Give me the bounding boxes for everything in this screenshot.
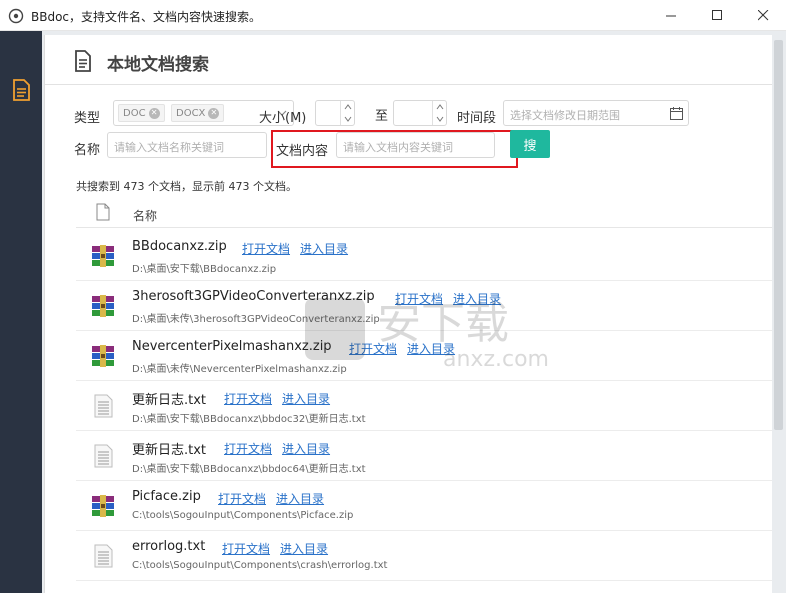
open-document-link[interactable]: 打开文档	[218, 492, 266, 506]
size-min-input[interactable]	[315, 100, 355, 126]
caret-down-icon[interactable]	[433, 113, 446, 125]
list-item[interactable]: 更新日志.txt 打开文档 进入目录 D:\桌面\安下载\BBdocanxz\bbdo…	[76, 431, 775, 481]
list-item[interactable]: Picface.zip 打开文档 进入目录 C:\tools\SogouInput\C…	[76, 481, 775, 531]
app-logo-icon	[8, 8, 24, 24]
open-directory-link[interactable]: 进入目录	[282, 442, 330, 456]
page-header: 本地文档搜索	[45, 35, 775, 85]
document-search-nav-icon[interactable]	[11, 79, 31, 101]
row-actions: 打开文档 进入目录	[218, 490, 334, 507]
caret-up-icon[interactable]	[341, 101, 354, 113]
main-area: 本地文档搜索 类型 DOC ✕ DOCX ✕ 大小(M) 至 时间段 选择文档修…	[42, 31, 786, 593]
page-title: 本地文档搜索	[107, 55, 209, 75]
time-label: 时间段	[457, 111, 497, 126]
minimize-icon	[665, 15, 676, 17]
remove-tag-icon[interactable]: ✕	[208, 107, 220, 119]
calendar-icon[interactable]	[670, 107, 683, 120]
close-icon	[757, 10, 768, 21]
caret-up-icon[interactable]	[433, 101, 446, 113]
type-tag-docx: DOCX ✕	[171, 104, 225, 122]
open-document-link[interactable]: 打开文档	[222, 542, 270, 556]
open-directory-link[interactable]: 进入目录	[282, 392, 330, 406]
row-actions: 打开文档 进入目录	[224, 440, 340, 457]
type-tag-label: DOC	[123, 107, 146, 119]
file-path: D:\桌面\安下载\BBdocanxz\bbdoc32\更新日志.txt	[132, 414, 366, 425]
archive-icon	[92, 245, 114, 267]
file-name: errorlog.txt	[132, 539, 206, 554]
result-count: 共搜索到 473 个文档，显示前 473 个文档。	[76, 180, 297, 193]
list-item[interactable]: errorlog.txt 打开文档 进入目录 C:\tools\SogouInput\…	[76, 531, 775, 581]
list-header: 名称	[76, 198, 775, 228]
type-tag-label: DOCX	[176, 107, 206, 119]
file-name: 更新日志.txt	[132, 393, 207, 408]
type-label: 类型	[74, 111, 101, 126]
window-title: BBdoc，支持文件名、文档内容快速搜索。	[31, 10, 262, 24]
type-tag-doc: DOC ✕	[118, 104, 165, 122]
file-path: D:\桌面\安下载\BBdocanxz\bbdoc64\更新日志.txt	[132, 464, 366, 475]
open-document-link[interactable]: 打开文档	[224, 442, 272, 456]
archive-icon	[92, 495, 114, 517]
search-panel: 本地文档搜索 类型 DOC ✕ DOCX ✕ 大小(M) 至 时间段 选择文档修…	[44, 35, 775, 593]
text-file-icon	[94, 444, 113, 468]
size-max-input[interactable]	[393, 100, 447, 126]
open-directory-link[interactable]: 进入目录	[300, 242, 348, 256]
file-column-icon	[96, 203, 110, 221]
size-max-stepper[interactable]	[432, 101, 446, 125]
minimize-button[interactable]	[648, 0, 694, 31]
file-name: NevercenterPixelmashanxz.zip	[132, 339, 332, 354]
scrollbar-thumb[interactable]	[774, 40, 783, 430]
content-input[interactable]: 请输入文档内容关键词	[336, 132, 495, 158]
date-range-input[interactable]: 选择文档修改日期范围	[503, 100, 689, 126]
file-name: BBdocanxz.zip	[132, 239, 227, 254]
open-document-link[interactable]: 打开文档	[224, 392, 272, 406]
title-bar: BBdoc，支持文件名、文档内容快速搜索。	[0, 0, 786, 31]
scrollbar[interactable]	[772, 35, 784, 593]
text-file-icon	[94, 544, 113, 568]
open-document-link[interactable]: 打开文档	[242, 242, 290, 256]
maximize-icon	[711, 10, 722, 20]
name-input[interactable]: 请输入文档名称关键词	[107, 132, 267, 158]
close-button[interactable]	[740, 0, 786, 31]
column-name-header: 名称	[133, 209, 158, 223]
list-item[interactable]: 更新日志.txt 打开文档 进入目录 D:\桌面\安下载\BBdocanxz\bbdo…	[76, 381, 775, 431]
sidebar	[0, 31, 42, 593]
file-name: 更新日志.txt	[132, 443, 207, 458]
row-actions: 打开文档 进入目录	[242, 240, 358, 257]
watermark-logo: 安下载 anxz.com	[305, 298, 549, 370]
open-directory-link[interactable]: 进入目录	[280, 542, 328, 556]
name-label: 名称	[74, 143, 101, 158]
search-button[interactable]: 搜	[510, 130, 550, 158]
file-path: C:\tools\SogouInput\Components\Picface.z…	[132, 510, 354, 521]
row-actions: 打开文档 进入目录	[224, 390, 340, 407]
open-directory-link[interactable]: 进入目录	[276, 492, 324, 506]
text-file-icon	[94, 394, 113, 418]
size-label: 大小(M)	[259, 111, 307, 126]
file-path: C:\tools\SogouInput\Components\crash\err…	[132, 560, 388, 571]
file-path: D:\桌面\安下载\BBdocanxz.zip	[132, 264, 277, 275]
remove-tag-icon[interactable]: ✕	[148, 107, 160, 119]
svg-text:安下载: 安下载	[377, 298, 509, 349]
date-range-placeholder: 选择文档修改日期范围	[510, 109, 620, 122]
caret-down-icon[interactable]	[341, 113, 354, 125]
name-placeholder: 请输入文档名称关键词	[114, 141, 224, 154]
maximize-button[interactable]	[694, 0, 740, 31]
archive-icon	[92, 295, 114, 317]
file-name: Picface.zip	[132, 489, 201, 504]
document-icon	[75, 50, 91, 72]
list-item[interactable]: BBdocanxz.zip 打开文档 进入目录 D:\桌面\安下载\BBdocanxz…	[76, 231, 775, 281]
content-placeholder: 请输入文档内容关键词	[343, 141, 453, 154]
archive-icon	[92, 345, 114, 367]
svg-text:anxz.com: anxz.com	[443, 347, 549, 370]
size-to-label: 至	[375, 109, 389, 124]
content-label: 文档内容	[276, 144, 329, 159]
row-actions: 打开文档 进入目录	[222, 540, 338, 557]
size-min-stepper[interactable]	[340, 101, 354, 125]
